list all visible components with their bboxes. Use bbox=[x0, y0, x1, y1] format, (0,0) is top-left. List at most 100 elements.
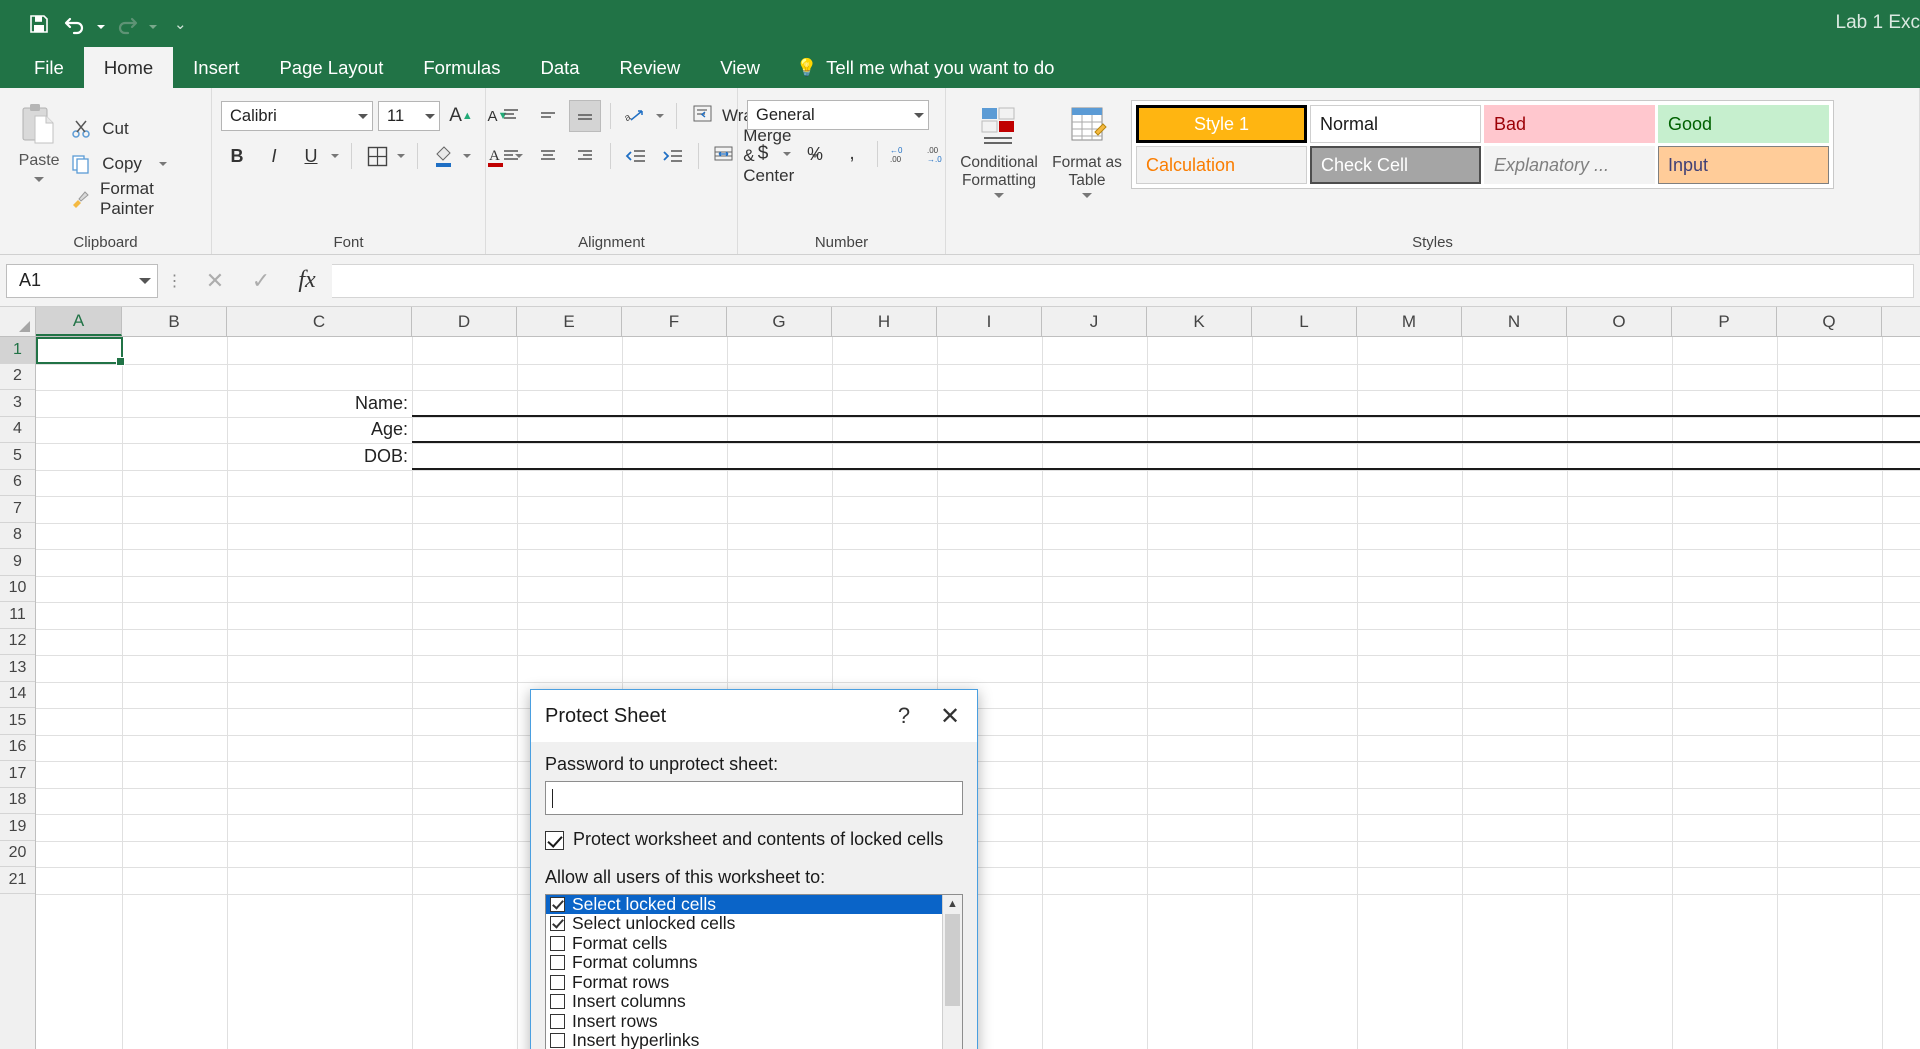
tab-home[interactable]: Home bbox=[84, 47, 173, 88]
column-header-F[interactable]: F bbox=[622, 307, 727, 336]
increase-indent-button[interactable] bbox=[657, 140, 689, 172]
permission-item[interactable]: Insert hyperlinks bbox=[546, 1031, 942, 1049]
tab-file[interactable]: File bbox=[14, 47, 84, 88]
conditional-formatting-dropdown-icon[interactable] bbox=[994, 193, 1004, 198]
align-middle-button[interactable] bbox=[532, 100, 564, 132]
tab-data[interactable]: Data bbox=[520, 47, 599, 88]
help-icon[interactable]: ? bbox=[881, 694, 927, 738]
row-header-7[interactable]: 7 bbox=[0, 496, 35, 523]
tab-insert[interactable]: Insert bbox=[173, 47, 259, 88]
permission-item[interactable]: Select unlocked cells bbox=[546, 914, 942, 934]
column-header-H[interactable]: H bbox=[832, 307, 937, 336]
align-top-button[interactable] bbox=[495, 100, 527, 132]
cancel-entry-icon[interactable]: ✕ bbox=[192, 264, 238, 298]
paste-button[interactable]: Paste bbox=[9, 94, 69, 229]
enter-entry-icon[interactable]: ✓ bbox=[238, 264, 284, 298]
cell-C5[interactable]: DOB: bbox=[227, 443, 412, 470]
font-size-dropdown-icon[interactable] bbox=[425, 114, 435, 119]
tab-view[interactable]: View bbox=[700, 47, 780, 88]
close-icon[interactable]: ✕ bbox=[927, 694, 973, 738]
column-header-N[interactable]: N bbox=[1462, 307, 1567, 336]
row-header-12[interactable]: 12 bbox=[0, 629, 35, 656]
borders-button[interactable] bbox=[361, 140, 393, 172]
row-header-3[interactable]: 3 bbox=[0, 390, 35, 417]
tell-me-search[interactable]: 💡 Tell me what you want to do bbox=[780, 47, 1070, 88]
align-left-button[interactable] bbox=[495, 140, 527, 172]
permission-item[interactable]: Select locked cells bbox=[546, 895, 942, 915]
font-name-dropdown-icon[interactable] bbox=[358, 114, 368, 119]
permissions-list[interactable]: Select locked cellsSelect unlocked cells… bbox=[545, 894, 963, 1049]
name-box[interactable]: A1 bbox=[6, 264, 158, 298]
column-header-Q[interactable]: Q bbox=[1777, 307, 1882, 336]
column-header-B[interactable]: B bbox=[122, 307, 227, 336]
permission-item[interactable]: Format columns bbox=[546, 953, 942, 973]
row-header-9[interactable]: 9 bbox=[0, 549, 35, 576]
scrollbar-thumb[interactable] bbox=[945, 914, 960, 1006]
tab-page-layout[interactable]: Page Layout bbox=[259, 47, 403, 88]
style-cell-2[interactable]: Normal bbox=[1310, 105, 1481, 143]
style-cell-3[interactable]: Bad bbox=[1484, 105, 1655, 143]
accounting-format-button[interactable]: $ bbox=[747, 138, 779, 170]
column-header-M[interactable]: M bbox=[1357, 307, 1462, 336]
redo-icon[interactable] bbox=[110, 8, 144, 40]
tab-formulas[interactable]: Formulas bbox=[403, 47, 520, 88]
tab-review[interactable]: Review bbox=[600, 47, 701, 88]
column-header-G[interactable]: G bbox=[727, 307, 832, 336]
undo-icon[interactable] bbox=[58, 8, 92, 40]
row-header-19[interactable]: 19 bbox=[0, 814, 35, 841]
decrease-indent-button[interactable] bbox=[620, 140, 652, 172]
fill-color-button[interactable] bbox=[427, 140, 459, 172]
formula-input[interactable] bbox=[332, 264, 1914, 298]
permission-item[interactable]: Insert rows bbox=[546, 1012, 942, 1032]
align-right-button[interactable] bbox=[569, 140, 601, 172]
row-header-4[interactable]: 4 bbox=[0, 417, 35, 444]
cell-styles-gallery[interactable]: Style 1 Normal Bad Good Calculation Chec… bbox=[1131, 100, 1834, 189]
column-header-A[interactable]: A bbox=[36, 307, 122, 336]
checkbox-icon[interactable] bbox=[550, 975, 565, 990]
save-icon[interactable] bbox=[22, 8, 56, 40]
column-header-J[interactable]: J bbox=[1042, 307, 1147, 336]
style-cell-8[interactable]: Input bbox=[1658, 146, 1829, 184]
scroll-up-icon[interactable]: ▲ bbox=[943, 895, 963, 914]
scrollbar-track[interactable] bbox=[943, 914, 963, 1049]
style-cell-7[interactable]: Explanatory ... bbox=[1484, 146, 1655, 184]
column-header-C[interactable]: C bbox=[227, 307, 412, 336]
row-header-15[interactable]: 15 bbox=[0, 708, 35, 735]
row-header-16[interactable]: 16 bbox=[0, 735, 35, 762]
column-header-I[interactable]: I bbox=[937, 307, 1042, 336]
borders-dropdown-icon[interactable] bbox=[393, 154, 408, 158]
increase-font-size-button[interactable]: A▲ bbox=[445, 100, 477, 132]
checkbox-icon[interactable] bbox=[550, 994, 565, 1009]
column-header-E[interactable]: E bbox=[517, 307, 622, 336]
row-header-17[interactable]: 17 bbox=[0, 761, 35, 788]
column-header-K[interactable]: K bbox=[1147, 307, 1252, 336]
underline-button[interactable]: U bbox=[295, 140, 327, 172]
redo-dropdown-icon[interactable] bbox=[146, 8, 160, 40]
row-header-11[interactable]: 11 bbox=[0, 602, 35, 629]
row-header-6[interactable]: 6 bbox=[0, 470, 35, 497]
comma-style-button[interactable]: , bbox=[836, 138, 868, 170]
row-header-5[interactable]: 5 bbox=[0, 443, 35, 470]
checkbox-icon[interactable] bbox=[550, 897, 565, 912]
select-all-button[interactable] bbox=[0, 307, 36, 336]
undo-dropdown-icon[interactable] bbox=[94, 8, 108, 40]
customize-qat-icon[interactable]: ⌄ bbox=[174, 15, 187, 33]
protect-worksheet-checkbox[interactable]: Protect worksheet and contents of locked… bbox=[545, 829, 963, 851]
name-box-dropdown-icon[interactable] bbox=[139, 278, 151, 284]
row-header-13[interactable]: 13 bbox=[0, 655, 35, 682]
permission-item[interactable]: Format rows bbox=[546, 973, 942, 993]
align-bottom-button[interactable] bbox=[569, 100, 601, 132]
conditional-formatting-button[interactable]: Conditional Formatting bbox=[955, 94, 1043, 198]
row-header-14[interactable]: 14 bbox=[0, 682, 35, 709]
percent-style-button[interactable]: % bbox=[799, 138, 831, 170]
style-cell-5[interactable]: Calculation bbox=[1136, 146, 1307, 184]
increase-decimal-button[interactable]: ←0 .00 bbox=[887, 138, 919, 170]
copy-button[interactable]: Copy bbox=[69, 149, 202, 179]
column-header-L[interactable]: L bbox=[1252, 307, 1357, 336]
password-input[interactable] bbox=[545, 781, 963, 815]
italic-button[interactable]: I bbox=[258, 140, 290, 172]
row-header-8[interactable]: 8 bbox=[0, 523, 35, 550]
permission-item[interactable]: Format cells bbox=[546, 934, 942, 954]
accounting-dropdown-icon[interactable] bbox=[779, 152, 794, 156]
font-size-combo[interactable]: 11 bbox=[378, 101, 440, 131]
